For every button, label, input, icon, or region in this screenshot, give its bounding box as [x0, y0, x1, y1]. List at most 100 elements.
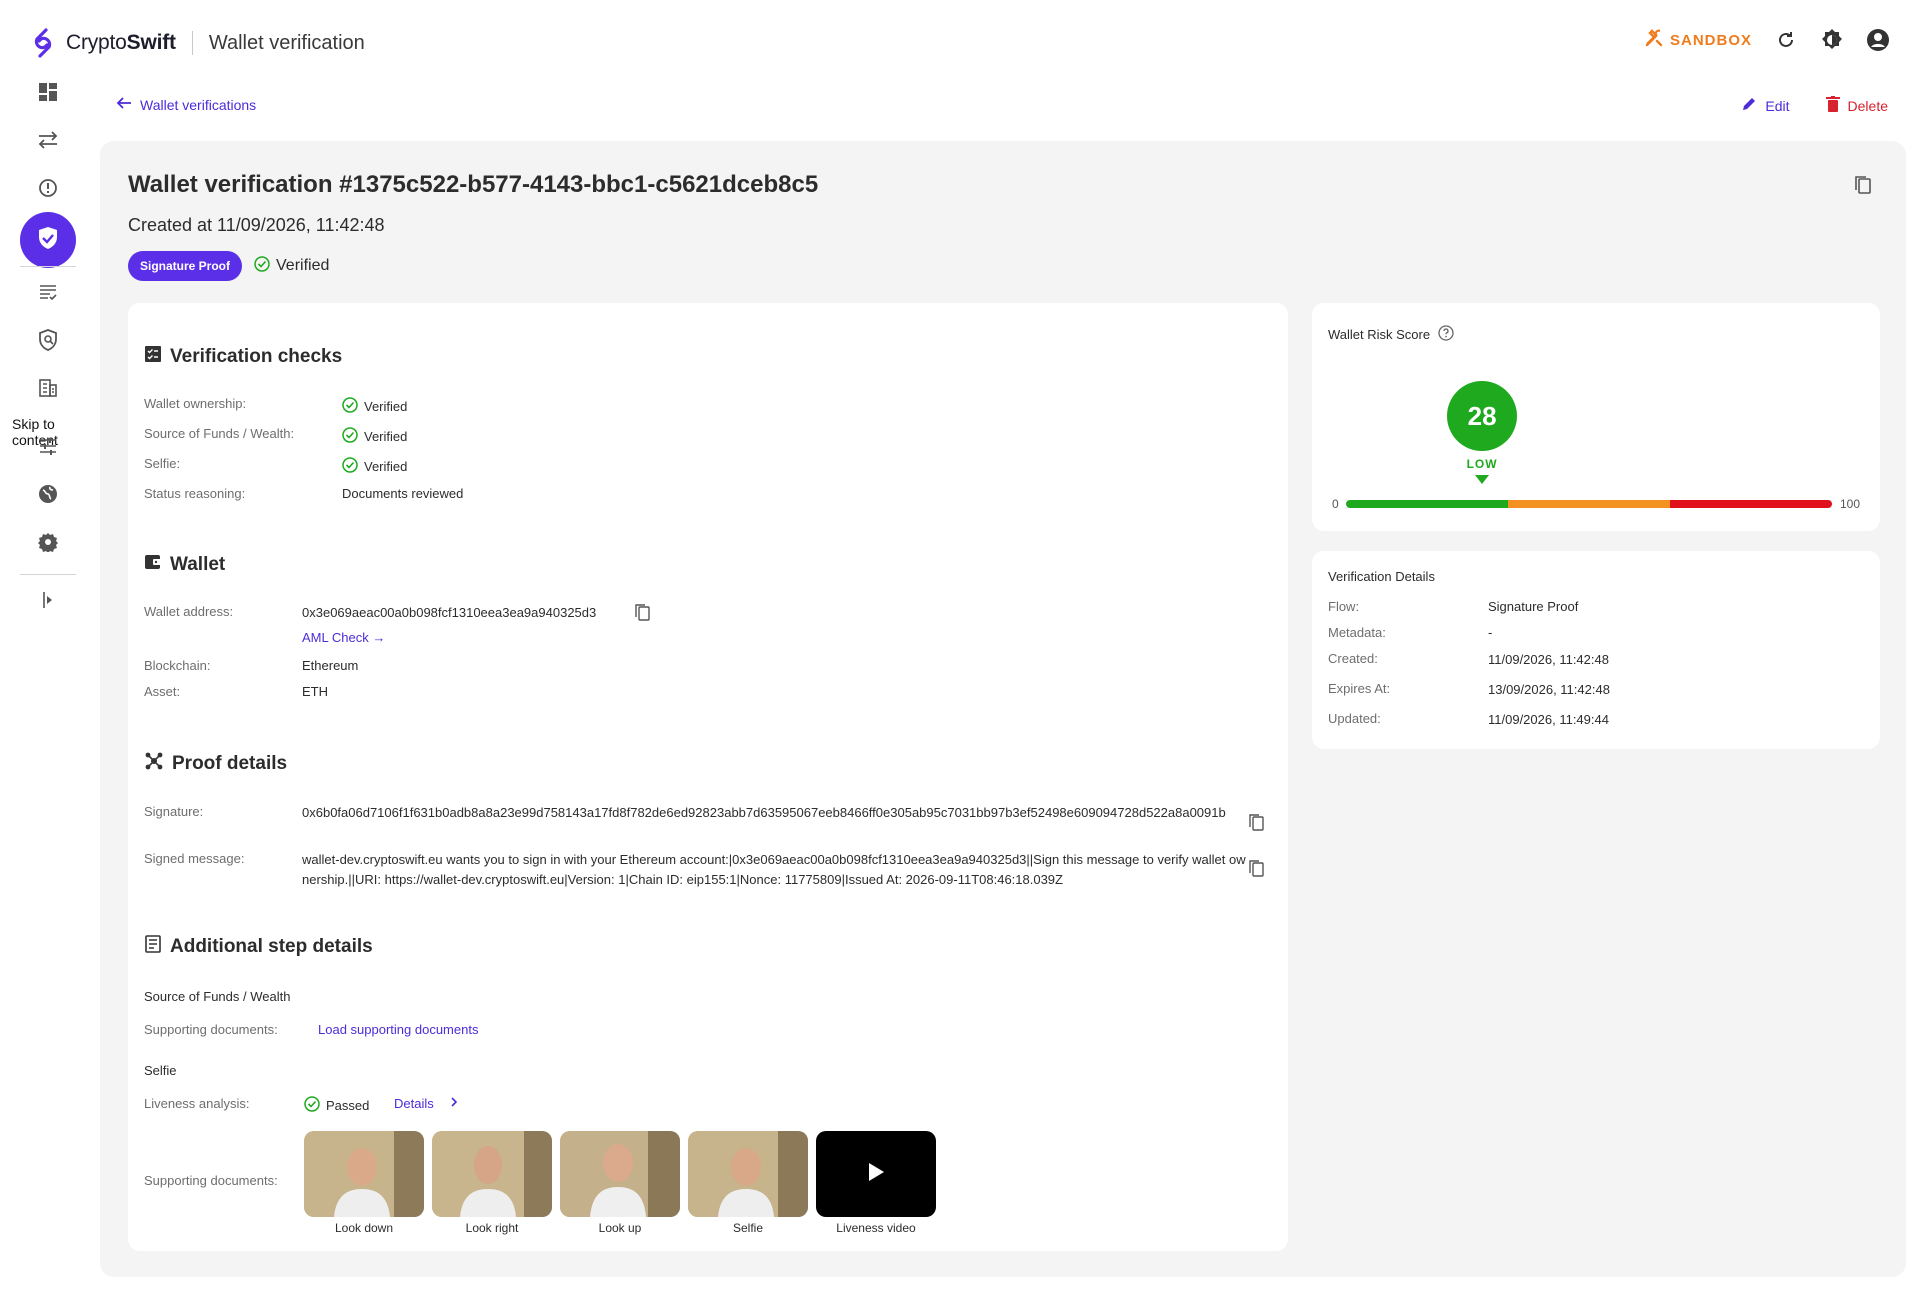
section-title: Wallet [170, 554, 226, 575]
main-panel: Wallet verification #1375c522-b577-4143-… [100, 141, 1906, 1277]
risk-score-value: 28 [1447, 381, 1518, 451]
sof-docs-label: Supporting documents: [144, 1022, 278, 1037]
page-actions: Edit Delete [1741, 96, 1888, 115]
check-value-text: Verified [364, 399, 408, 414]
check-value-text: Verified [364, 459, 408, 474]
refresh-icon[interactable] [1774, 28, 1798, 52]
theme-toggle-icon[interactable] [1820, 28, 1844, 52]
nav-shield-search[interactable] [20, 318, 76, 366]
check-value: Verified [342, 457, 407, 476]
shield-search-icon [38, 328, 58, 356]
building-icon [38, 378, 58, 403]
selfie-photo-look-right[interactable] [432, 1131, 552, 1217]
aml-check-link[interactable]: AML Check → [302, 630, 385, 645]
thumbnail-item[interactable]: Liveness video [816, 1131, 936, 1235]
chevron-right-icon [450, 1096, 458, 1111]
play-icon[interactable] [866, 1161, 886, 1188]
copy-icon[interactable] [634, 603, 650, 626]
trash-icon [1825, 96, 1840, 115]
nav-dashboard[interactable] [20, 70, 76, 118]
thumbnail-caption: Look right [465, 1221, 519, 1235]
sandbox-label: SANDBOX [1669, 31, 1752, 49]
signed-message-value: wallet-dev.cryptoswift.eu wants you to s… [302, 852, 1246, 887]
supporting-documents-thumbnails: Look down Look right Look up Selfie Live… [304, 1131, 936, 1235]
back-link-label: Wallet verifications [140, 96, 257, 113]
risk-scale-min: 0 [1332, 497, 1339, 511]
check-circle-icon [342, 397, 358, 416]
globe-icon [38, 484, 58, 509]
verification-details-title: Verification Details [1328, 569, 1435, 584]
risk-level-label: LOW [1466, 457, 1498, 471]
check-circle-icon [342, 427, 358, 446]
selfie-photo-look-up[interactable] [560, 1131, 680, 1217]
wallet-address: 0x3e069aeac00a0b098fcf1310eea3ea9a940325… [302, 605, 597, 620]
risk-score-card: Wallet Risk Score 28 LOW 0 100 [1312, 303, 1880, 531]
tools-icon [1644, 28, 1664, 52]
thumbnail-caption: Look down [334, 1221, 394, 1235]
flow-badge: Signature Proof [128, 251, 243, 281]
account-icon[interactable] [1866, 28, 1890, 52]
network-icon [144, 751, 164, 777]
nav-settings[interactable] [20, 520, 76, 568]
copy-icon[interactable] [1854, 175, 1872, 200]
brand-suffix: Swift [126, 31, 176, 54]
thumbnail-item[interactable]: Look down [304, 1131, 424, 1235]
nav-wallet-verification[interactable] [20, 212, 76, 268]
risk-score-marker [1475, 475, 1490, 484]
created-at: Created at 11/09/2026, 11:42:48 [128, 215, 385, 235]
header-badges: Signature Proof Verified [128, 251, 329, 281]
document-icon [144, 935, 162, 959]
risk-scale-low-segment [1346, 500, 1508, 508]
nav-organizations[interactable] [20, 366, 76, 414]
delete-button[interactable]: Delete [1825, 96, 1888, 115]
liveness-details-link[interactable]: Details [394, 1096, 458, 1111]
section-proof-details: Proof details [144, 751, 287, 777]
detail-value: Signature Proof [1488, 599, 1579, 614]
selfie-docs-label: Supporting documents: [144, 1173, 278, 1188]
signature-label: Signature: [144, 804, 204, 819]
section-verification-checks: Verification checks [144, 345, 342, 369]
nav-globe[interactable] [20, 472, 76, 520]
sandbox-indicator[interactable]: SANDBOX [1644, 28, 1752, 52]
cryptoswift-logo-icon[interactable] [30, 26, 56, 60]
edit-button[interactable]: Edit [1741, 96, 1790, 115]
load-documents-link[interactable]: Load supporting documents [318, 1022, 478, 1037]
risk-scale-high-segment [1669, 500, 1832, 508]
copy-icon[interactable] [1248, 859, 1264, 882]
verification-details-card: Verification Details Flow: Signature Pro… [1312, 551, 1880, 749]
section-additional-steps: Additional step details [144, 935, 373, 959]
collapse-icon [41, 590, 55, 615]
nav-transfers[interactable] [20, 118, 76, 166]
nav-divider [20, 266, 76, 267]
brand: CryptoSwift Wallet verification [30, 26, 365, 60]
copy-icon[interactable] [1248, 813, 1264, 836]
detail-label: Created: [1328, 651, 1378, 666]
selfie-photo-look-down[interactable] [304, 1131, 424, 1217]
brand-divider [191, 31, 193, 55]
signature-value: 0x6b0fa06d7106f1f631b0adb8a8a23e99d75814… [302, 805, 1226, 820]
liveness-details-label: Details [394, 1096, 434, 1111]
check-label: Selfie: [144, 456, 181, 471]
check-label: Source of Funds / Wealth: [144, 426, 295, 441]
edit-label: Edit [1765, 97, 1790, 114]
help-icon[interactable] [1438, 325, 1454, 344]
sliders-icon [38, 436, 58, 461]
risk-score-title: Wallet Risk Score [1328, 325, 1454, 344]
pencil-icon [1741, 96, 1757, 115]
breadcrumb-row: Wallet verifications Edit Delete [116, 96, 1916, 120]
selfie-photo[interactable] [688, 1131, 808, 1217]
section-title: Proof details [172, 753, 288, 774]
liveness-video-player[interactable] [816, 1131, 936, 1217]
detail-value: 11/09/2026, 11:42:48 [1488, 652, 1609, 667]
thumbnail-item[interactable]: Look right [432, 1131, 552, 1235]
section-title: Additional step details [170, 936, 373, 957]
breadcrumb[interactable]: Wallet verifications [116, 96, 1916, 113]
reasoning-label: Status reasoning: [144, 486, 246, 501]
nav-settings-sliders[interactable] [20, 424, 76, 472]
status-label: Verified [276, 257, 330, 274]
nav-collapse[interactable] [20, 578, 76, 626]
nav-alerts[interactable] [20, 166, 76, 214]
thumbnail-item[interactable]: Look up [560, 1131, 680, 1235]
thumbnail-item[interactable]: Selfie [688, 1131, 808, 1235]
nav-list-checks[interactable] [20, 270, 76, 318]
